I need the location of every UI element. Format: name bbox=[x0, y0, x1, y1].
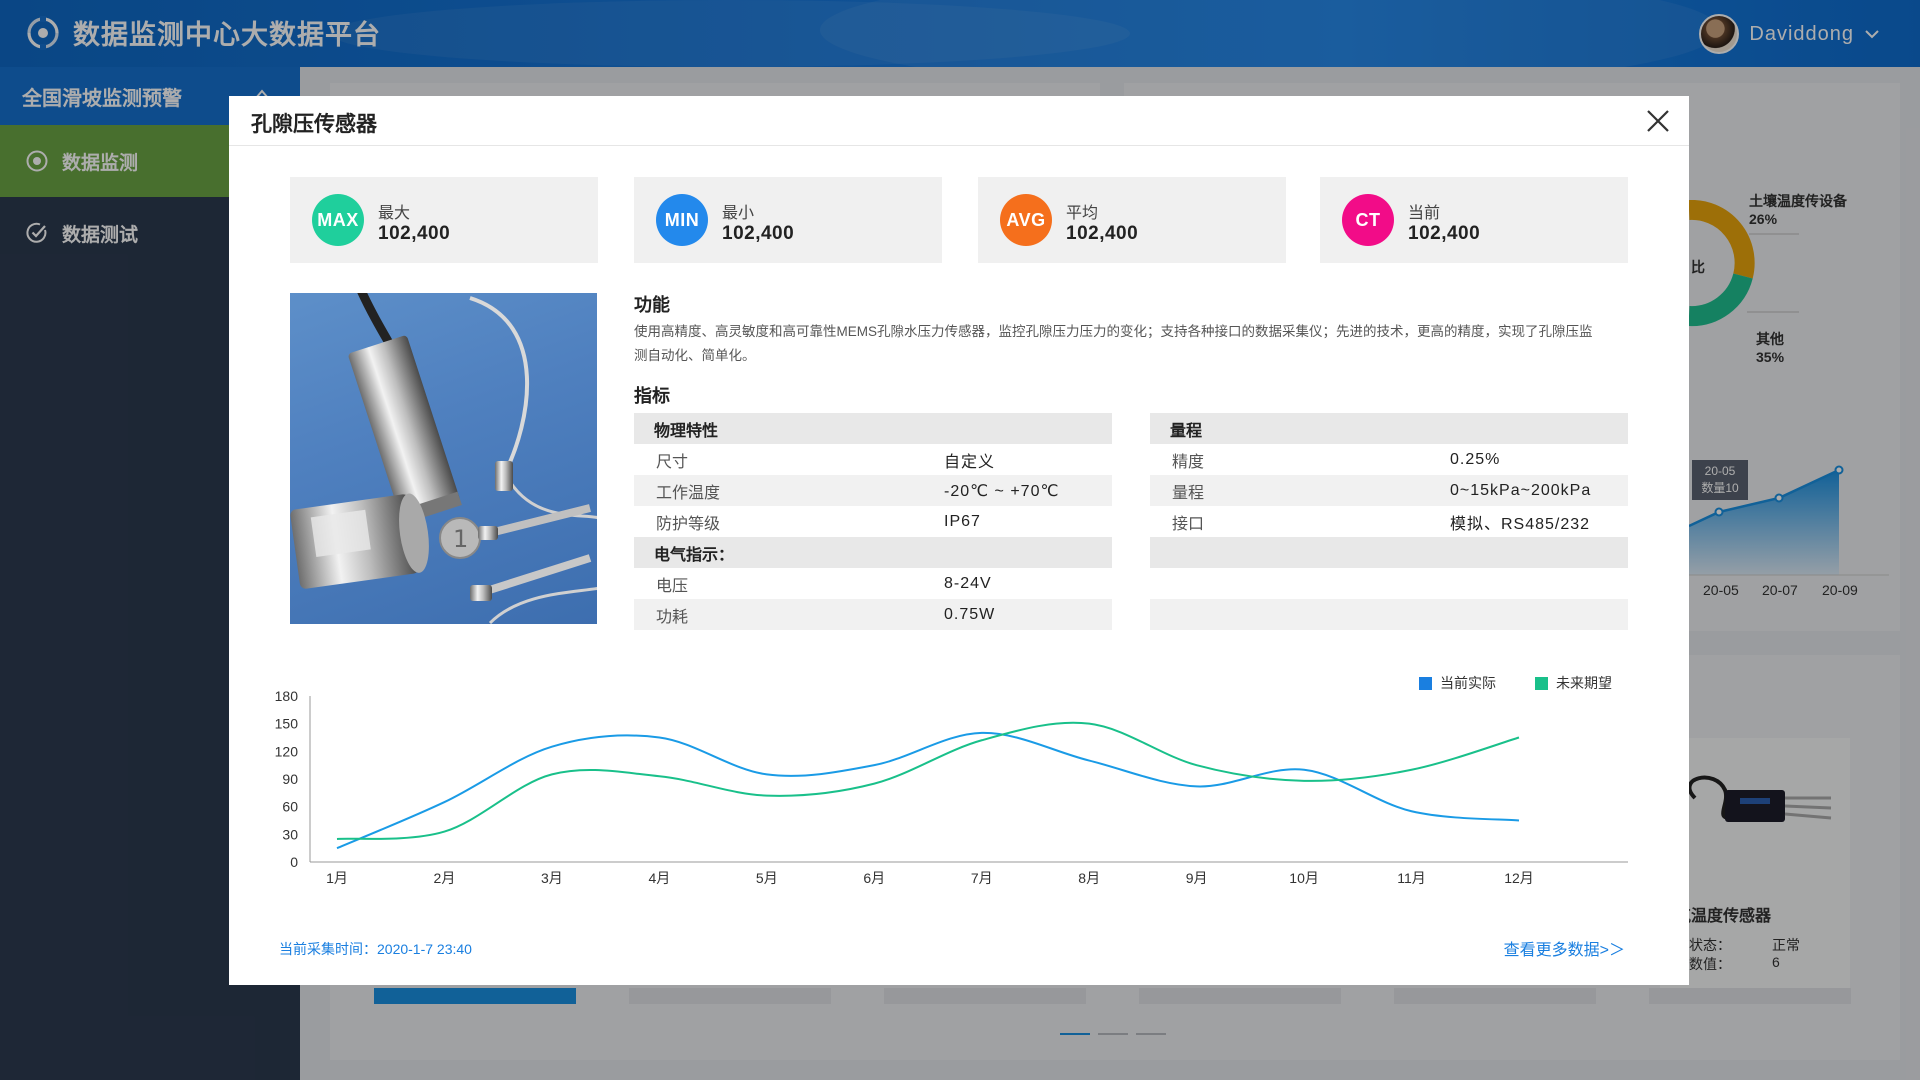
spec-empty-row bbox=[1150, 537, 1628, 568]
y-tick-label: 30 bbox=[282, 826, 298, 842]
spec-key: 尺寸 bbox=[656, 453, 689, 471]
spec-row: 精度 0.25% bbox=[1150, 444, 1628, 475]
stat-label: 最大 bbox=[378, 205, 411, 222]
spec-group-title: 物理特性 bbox=[654, 422, 719, 440]
stat-value: 102,400 bbox=[722, 223, 795, 244]
spec-row: 量程 0~15kPa~200kPa bbox=[1150, 475, 1628, 506]
x-tick-label: 4月 bbox=[648, 870, 670, 886]
stat-value: 102,400 bbox=[1066, 223, 1139, 244]
y-tick-label: 180 bbox=[275, 688, 299, 704]
stat-value: 102,400 bbox=[1408, 223, 1481, 244]
stat-label: 平均 bbox=[1066, 205, 1099, 222]
max-badge: MAX bbox=[312, 194, 364, 246]
spec-empty-row bbox=[1150, 599, 1628, 630]
modal-title: 孔隙压传感器 bbox=[251, 113, 377, 136]
x-tick-label: 6月 bbox=[863, 870, 885, 886]
stat-label: 最小 bbox=[722, 205, 755, 222]
y-tick-label: 150 bbox=[275, 716, 299, 732]
function-title: 功能 bbox=[634, 295, 670, 315]
line-chart: 0 30 60 90 120 150 180 1月 2月 3月 4月 5月 6月 7月 8月 9月 10月 11月… bbox=[275, 688, 1628, 886]
close-icon[interactable] bbox=[1645, 108, 1671, 134]
spec-row: 工作温度 -20℃ ~ +70℃ bbox=[634, 475, 1112, 506]
modal-header: 孔隙压传感器 bbox=[229, 96, 1689, 146]
stat-card-current: CT 当前 102,400 bbox=[1320, 177, 1628, 263]
view-more-link[interactable]: 查看更多数据>＞ bbox=[1504, 936, 1625, 960]
stat-card-avg: AVG 平均 102,400 bbox=[978, 177, 1286, 263]
y-tick-label: 60 bbox=[282, 799, 298, 815]
stat-value: 102,400 bbox=[378, 223, 451, 244]
spec-key: 工作温度 bbox=[656, 484, 721, 502]
function-description: 使用高精度、高灵敏度和高可靠性MEMS孔隙水压力传感器，监控孔隙压力压力的变化；… bbox=[634, 324, 1593, 363]
spec-group-title: 量程 bbox=[1170, 422, 1203, 440]
current-badge: CT bbox=[1342, 194, 1394, 246]
spec-key: 量程 bbox=[1172, 484, 1205, 502]
x-tick-label: 9月 bbox=[1186, 870, 1208, 886]
spec-key: 接口 bbox=[1172, 515, 1205, 533]
spec-key: 功耗 bbox=[656, 608, 689, 626]
x-tick-label: 11月 bbox=[1397, 870, 1426, 886]
spec-group-header: 量程 bbox=[1150, 413, 1628, 444]
spec-row: 尺寸 自定义 bbox=[634, 444, 1112, 475]
spec-table-right: 量程 精度 0.25% 量程 0~15kPa~200kPa 接口 模拟、RS485/2… bbox=[1150, 413, 1628, 630]
spec-key: 防护等级 bbox=[656, 515, 721, 533]
spec-value: 0.75W bbox=[944, 605, 996, 623]
spec-row: 接口 模拟、RS485/232 bbox=[1150, 506, 1628, 537]
x-tick-label: 8月 bbox=[1078, 870, 1100, 886]
sensor-detail-modal: 孔隙压传感器 MAX 最大 102,400 MIN 最小 102,400 AVG… bbox=[229, 96, 1689, 985]
spec-row: 电压 8-24V bbox=[634, 568, 1112, 599]
spec-empty-row bbox=[1150, 568, 1628, 599]
y-tick-label: 0 bbox=[290, 854, 298, 870]
x-tick-label: 10月 bbox=[1289, 870, 1319, 886]
spec-table-left: 物理特性 尺寸 自定义 工作温度 -20℃ ~ +70℃ 防护等级 IP67 电气指示… bbox=[634, 413, 1112, 630]
x-tick-label: 12月 bbox=[1504, 870, 1534, 886]
y-tick-label: 120 bbox=[275, 743, 299, 759]
spec-key: 电压 bbox=[656, 577, 689, 595]
avg-badge: AVG bbox=[1000, 194, 1052, 246]
x-tick-label: 7月 bbox=[971, 870, 993, 886]
sensor-illustration: 1 bbox=[290, 293, 597, 624]
spec-row: 防护等级 IP67 bbox=[634, 506, 1112, 537]
collection-time: 当前采集时间：2020-1-7 23:40 bbox=[279, 941, 472, 957]
stat-card-min: MIN 最小 102,400 bbox=[634, 177, 942, 263]
x-tick-label: 3月 bbox=[541, 870, 563, 886]
index-title: 指标 bbox=[634, 386, 670, 406]
spec-value: 8-24V bbox=[944, 574, 992, 592]
spec-key: 精度 bbox=[1172, 453, 1205, 471]
spec-value: 自定义 bbox=[944, 453, 996, 471]
spec-group-header: 物理特性 bbox=[634, 413, 1112, 444]
stat-card-max: MAX 最大 102,400 bbox=[290, 177, 598, 263]
y-tick-label: 90 bbox=[282, 771, 298, 787]
sensor-photo: 1 bbox=[290, 293, 597, 624]
x-tick-label: 5月 bbox=[756, 870, 778, 886]
stat-label: 当前 bbox=[1408, 205, 1441, 222]
min-badge: MIN bbox=[656, 194, 708, 246]
spec-group-title: 电气指示： bbox=[654, 546, 735, 564]
series-line-actual bbox=[336, 731, 1520, 850]
spec-value: -20℃ ~ +70℃ bbox=[944, 482, 1060, 500]
spec-value: 0.25% bbox=[1450, 450, 1501, 468]
spec-row: 功耗 0.75W bbox=[634, 599, 1112, 630]
spec-value: 0~15kPa~200kPa bbox=[1450, 481, 1592, 499]
spec-value: 模拟、RS485/232 bbox=[1450, 515, 1591, 533]
svg-text:1: 1 bbox=[453, 525, 468, 553]
x-tick-label: 2月 bbox=[434, 870, 456, 886]
spec-group-header: 电气指示： bbox=[634, 537, 1112, 568]
x-tick-label: 1月 bbox=[326, 870, 348, 886]
spec-value: IP67 bbox=[944, 512, 981, 530]
